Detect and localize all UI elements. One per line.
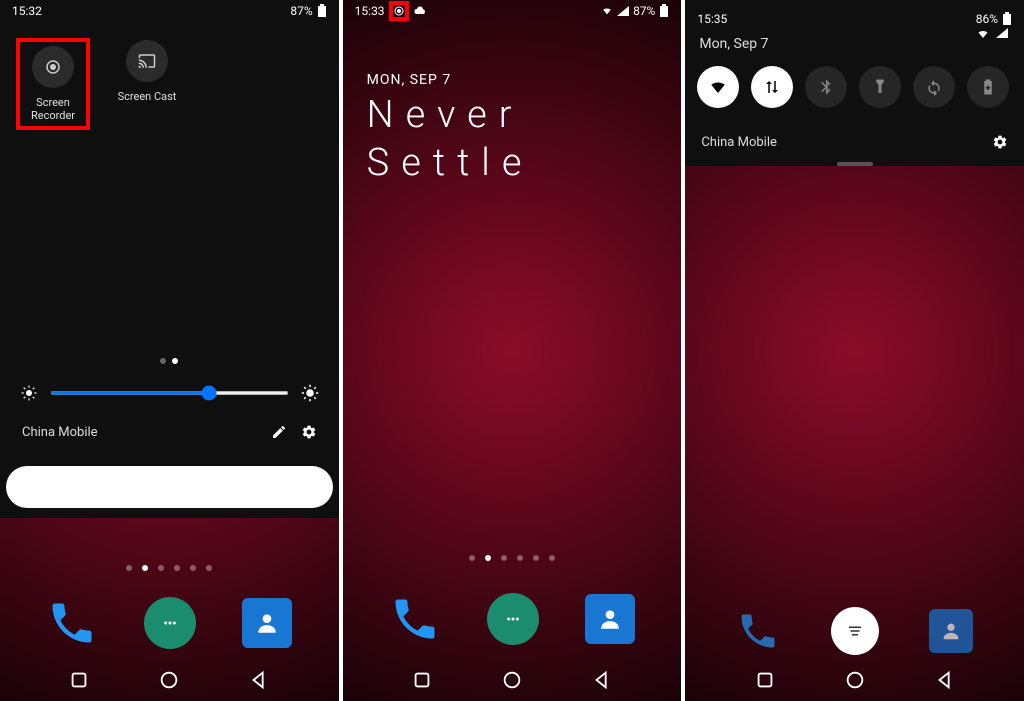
headline-line-2: Settle [367,141,534,185]
edit-icon[interactable] [271,424,287,440]
battery-percent: 86% [976,12,998,26]
status-bar: 15:32 87% [0,0,339,22]
status-bar: 15:33 87% [343,0,682,22]
nav-recents[interactable] [754,669,776,691]
carrier-row: China Mobile [697,126,1012,158]
home-date: MON, SEP 7 [367,72,452,88]
home-pager-dots [0,565,339,571]
app-drawer-button[interactable] [831,607,879,655]
status-right: 87% [601,4,669,18]
home-headline: Never Settle [367,92,534,187]
qs-mobile-data[interactable] [751,66,793,108]
nav-back[interactable] [591,669,613,691]
nav-home[interactable] [158,669,180,691]
tiles-row: Screen Recorder Screen Cast [18,40,321,128]
tile-screen-recorder[interactable]: Screen Recorder [18,40,88,128]
app-contacts[interactable] [585,594,635,644]
screen-recorder-icon [32,46,74,88]
status-time: 15:33 [355,4,385,18]
qs-autorotate[interactable] [913,66,955,108]
nav-recents[interactable] [68,669,90,691]
app-phone[interactable] [389,593,441,645]
dock [0,597,339,649]
search-pill[interactable] [6,466,333,508]
nav-recents[interactable] [411,669,433,691]
shade-date: Mon, Sep 7 [699,36,1012,52]
panel-actions [271,424,317,440]
tile-label-screen-recorder: Screen Recorder [31,96,75,122]
app-messages[interactable] [144,597,196,649]
brightness-low-icon [20,384,38,402]
tile-label-screen-cast: Screen Cast [118,90,177,103]
app-contacts[interactable] [929,609,973,653]
brightness-slider-row [18,384,321,402]
status-right: 87% [290,4,326,18]
battery-icon [1002,12,1012,26]
nav-bar [343,659,682,701]
home-pager-dots [343,555,682,561]
drawer-icon [846,622,864,640]
cloud-icon [413,5,427,17]
nav-home[interactable] [501,669,523,691]
wifi-icon [601,6,613,16]
brightness-slider[interactable] [50,391,289,395]
dock [343,593,682,645]
nav-bar [685,659,1024,701]
headline-line-1: Never [367,93,524,137]
shade-handle[interactable] [837,162,873,166]
battery-percent: 87% [633,4,655,18]
quick-toggle-row [697,66,1012,108]
dock [685,603,1024,659]
battery-icon [659,4,669,18]
status-time: 15:35 [697,12,727,26]
carrier-name: China Mobile [22,425,98,440]
nav-bar [0,659,339,701]
gear-icon[interactable] [301,424,317,440]
nav-back[interactable] [248,669,270,691]
screen-cast-icon [126,40,168,82]
signal-icon [617,6,629,16]
nav-home[interactable] [844,669,866,691]
nav-back[interactable] [934,669,956,691]
recording-indicator-icon [391,3,407,19]
carrier-row: China Mobile [18,416,321,448]
battery-percent: 87% [290,4,312,18]
battery-icon [317,4,327,18]
qs-wifi[interactable] [697,66,739,108]
screenshot-2-homescreen: 15:33 87% MON, SEP 7 Never Settle [343,0,682,701]
home-lower [0,518,339,701]
app-contacts[interactable] [242,598,292,648]
status-bar: 15:35 86% [697,8,1012,30]
screenshot-3-notification: 15:35 86% Mon, Sep 7 China Mobile [685,0,1024,701]
home-behind-shade [685,322,1024,701]
app-phone[interactable] [736,609,780,653]
app-messages[interactable] [487,593,539,645]
tile-screen-cast[interactable]: Screen Cast [112,40,182,128]
qs-battery-saver[interactable] [967,66,1009,108]
pager-dots [18,358,321,364]
qs-bluetooth[interactable] [805,66,847,108]
notification-shade: 15:35 86% Mon, Sep 7 China Mobile [685,0,1024,166]
tiles-area: Screen Recorder Screen Cast China Mobil [0,22,339,456]
brightness-auto-icon [301,384,319,402]
status-right: 86% [976,12,1012,26]
quick-settings-panel: 15:32 87% Screen Recorder Screen C [0,0,339,518]
screenshot-1-quick-settings: 15:32 87% Screen Recorder Screen C [0,0,339,701]
qs-flashlight[interactable] [859,66,901,108]
gear-icon[interactable] [992,134,1008,150]
status-time: 15:32 [12,4,42,18]
app-phone[interactable] [46,597,98,649]
carrier-name: China Mobile [701,135,777,150]
